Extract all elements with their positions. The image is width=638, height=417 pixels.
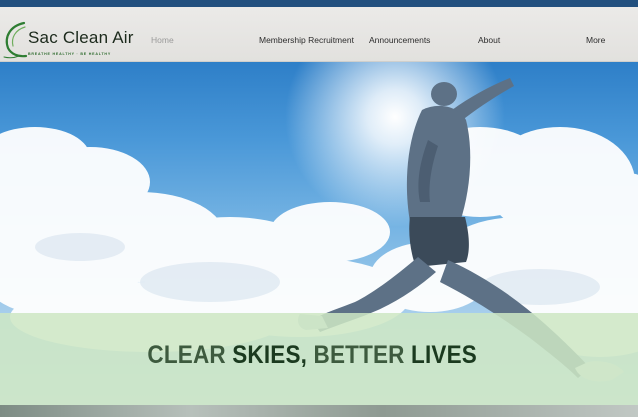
headline-word-better: BETTER	[313, 341, 405, 369]
brand-name: Sac Clean Air	[28, 28, 134, 47]
hero-headline: CLEAR SKIES, BETTER LIVES	[25, 341, 599, 370]
site-logo[interactable]: Sac Clean Air BREATHE HEALTHY · BE HEALT…	[2, 17, 142, 59]
nav-item-membership-recruitment[interactable]: Membership Recruitment	[259, 35, 354, 45]
brand-tagline: BREATHE HEALTHY · BE HEALTHY	[28, 52, 112, 56]
nav-item-about[interactable]: About	[478, 35, 500, 45]
nav-item-more[interactable]: More	[586, 35, 605, 45]
nav-item-announcements[interactable]: Announcements	[369, 35, 430, 45]
site-header: Sac Clean Air BREATHE HEALTHY · BE HEALT…	[0, 7, 638, 62]
headline-word-lives: LIVES	[411, 341, 477, 369]
headline-word-skies: SKIES,	[232, 341, 308, 369]
headline-word-clear: CLEAR	[147, 341, 226, 369]
nav-item-home[interactable]: Home	[151, 35, 174, 45]
next-section-preview	[0, 405, 638, 417]
top-accent-strip	[0, 0, 638, 7]
